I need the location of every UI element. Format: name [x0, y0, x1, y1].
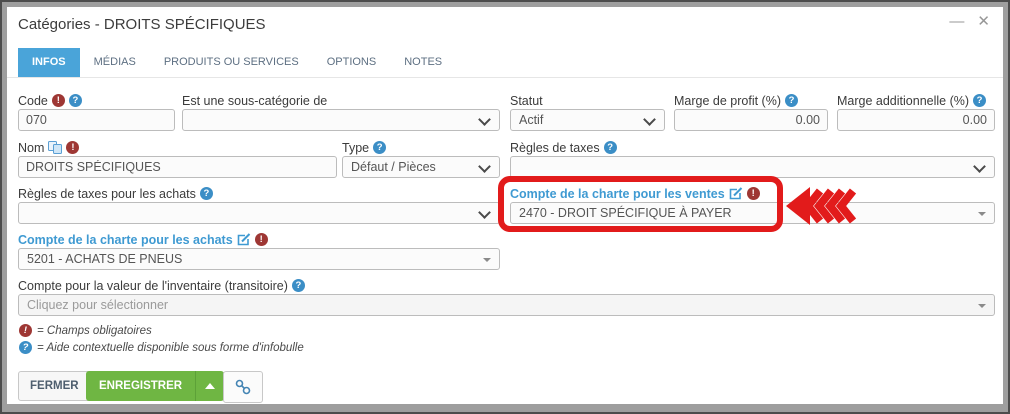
name-input[interactable]: [18, 156, 337, 178]
code-field: Code ! ?: [18, 92, 175, 131]
legend-required: ! = Champs obligatoires: [19, 324, 152, 337]
required-icon: !: [52, 94, 65, 107]
save-button-group: ENREGISTRER: [86, 371, 224, 401]
sales-account-field: Compte de la charte pour les ventes ! 24…: [510, 185, 995, 224]
help-icon[interactable]: ?: [292, 279, 305, 292]
help-icon[interactable]: ?: [785, 94, 798, 107]
inventory-account-field: Compte pour la valeur de l'inventaire (t…: [18, 277, 995, 316]
sales-account-label: Compte de la charte pour les ventes !: [510, 185, 995, 202]
additional-margin-label: Marge additionnelle (%) ?: [837, 92, 995, 109]
legend-help-text: = Aide contextuelle disponible sous form…: [37, 342, 304, 354]
purchase-account-select[interactable]: 5201 - ACHATS DE PNEUS: [18, 248, 500, 270]
caret-up-icon: [205, 383, 215, 389]
type-value: Défaut / Pièces: [343, 157, 499, 177]
profit-margin-label-text: Marge de profit (%): [674, 94, 781, 108]
profit-margin-label: Marge de profit (%) ?: [674, 92, 828, 109]
inventory-account-label: Compte pour la valeur de l'inventaire (t…: [18, 277, 995, 294]
status-label-text: Statut: [510, 94, 543, 108]
purchase-account-field: Compte de la charte pour les achats ! 52…: [18, 231, 500, 270]
link-button[interactable]: [223, 371, 263, 403]
status-value: Actif: [511, 110, 664, 130]
purchase-tax-rules-label-text: Règles de taxes pour les achats: [18, 187, 196, 201]
parent-category-field: Est une sous-catégorie de: [182, 92, 500, 131]
window-controls: — ✕: [949, 12, 990, 32]
legend-required-text: = Champs obligatoires: [37, 325, 152, 337]
name-label: Nom !: [18, 139, 337, 156]
legend-help: ? = Aide contextuelle disponible sous fo…: [19, 341, 304, 354]
minimize-icon[interactable]: —: [949, 12, 964, 32]
required-icon: !: [747, 187, 760, 200]
code-input[interactable]: [18, 109, 175, 131]
purchase-tax-rules-select[interactable]: [18, 202, 500, 224]
purchase-tax-rules-label: Règles de taxes pour les achats ?: [18, 185, 500, 202]
tax-rules-select[interactable]: [510, 156, 995, 178]
tax-rules-field: Règles de taxes ?: [510, 139, 995, 178]
additional-margin-label-text: Marge additionnelle (%): [837, 94, 969, 108]
purchase-account-label-text[interactable]: Compte de la charte pour les achats: [18, 233, 233, 247]
tab-bar: INFOS MÉDIAS PRODUITS OU SERVICES OPTION…: [7, 48, 1003, 78]
tab-infos[interactable]: INFOS: [18, 48, 80, 77]
help-icon[interactable]: ?: [973, 94, 986, 107]
help-icon[interactable]: ?: [604, 141, 617, 154]
inventory-account-label-text: Compte pour la valeur de l'inventaire (t…: [18, 279, 288, 293]
type-label: Type ?: [342, 139, 500, 156]
purchase-tax-rules-field: Règles de taxes pour les achats ?: [18, 185, 500, 224]
help-icon: ?: [19, 341, 32, 354]
additional-margin-field: Marge additionnelle (%) ?: [837, 92, 995, 131]
tax-rules-label: Règles de taxes ?: [510, 139, 995, 156]
code-label-text: Code: [18, 94, 48, 108]
save-options-button[interactable]: [195, 371, 224, 401]
tab-medias[interactable]: MÉDIAS: [80, 48, 150, 77]
translate-icon[interactable]: [48, 141, 62, 154]
help-icon[interactable]: ?: [373, 141, 386, 154]
tab-options[interactable]: OPTIONS: [313, 48, 391, 77]
help-icon[interactable]: ?: [69, 94, 82, 107]
type-label-text: Type: [342, 141, 369, 155]
categories-dialog: Catégories - DROITS SPÉCIFIQUES — ✕ INFO…: [7, 7, 1003, 404]
additional-margin-input[interactable]: [837, 109, 995, 131]
profit-margin-field: Marge de profit (%) ?: [674, 92, 828, 131]
sales-account-value: 2470 - DROIT SPÉCIFIQUE À PAYER: [511, 203, 994, 223]
required-icon: !: [255, 233, 268, 246]
close-icon[interactable]: ✕: [977, 12, 990, 32]
parent-category-select[interactable]: [182, 109, 500, 131]
save-button[interactable]: ENREGISTRER: [86, 371, 195, 401]
parent-category-label: Est une sous-catégorie de: [182, 92, 500, 109]
inventory-account-placeholder: Cliquez pour sélectionner: [19, 295, 994, 315]
required-icon: !: [66, 141, 79, 154]
status-field: Statut Actif: [510, 92, 665, 131]
tax-rules-label-text: Règles de taxes: [510, 141, 600, 155]
purchase-account-value: 5201 - ACHATS DE PNEUS: [19, 249, 499, 269]
status-label: Statut: [510, 92, 665, 109]
edit-icon[interactable]: [237, 233, 251, 246]
sales-account-label-text[interactable]: Compte de la charte pour les ventes: [510, 187, 725, 201]
profit-margin-input[interactable]: [674, 109, 828, 131]
tab-notes[interactable]: NOTES: [390, 48, 456, 77]
required-icon: !: [19, 324, 32, 337]
edit-icon[interactable]: [729, 187, 743, 200]
dialog-title: Catégories - DROITS SPÉCIFIQUES: [18, 16, 266, 33]
code-label: Code ! ?: [18, 92, 175, 109]
sales-account-select[interactable]: 2470 - DROIT SPÉCIFIQUE À PAYER: [510, 202, 995, 224]
close-button[interactable]: FERMER: [18, 371, 91, 401]
help-icon[interactable]: ?: [200, 187, 213, 200]
type-select[interactable]: Défaut / Pièces: [342, 156, 500, 178]
link-icon: [234, 379, 252, 395]
purchase-account-label: Compte de la charte pour les achats !: [18, 231, 500, 248]
type-field: Type ? Défaut / Pièces: [342, 139, 500, 178]
status-select[interactable]: Actif: [510, 109, 665, 131]
tab-produits-ou-services[interactable]: PRODUITS OU SERVICES: [150, 48, 313, 77]
name-field: Nom !: [18, 139, 337, 178]
inventory-account-select[interactable]: Cliquez pour sélectionner: [18, 294, 995, 316]
parent-category-label-text: Est une sous-catégorie de: [182, 94, 327, 108]
name-label-text: Nom: [18, 141, 44, 155]
